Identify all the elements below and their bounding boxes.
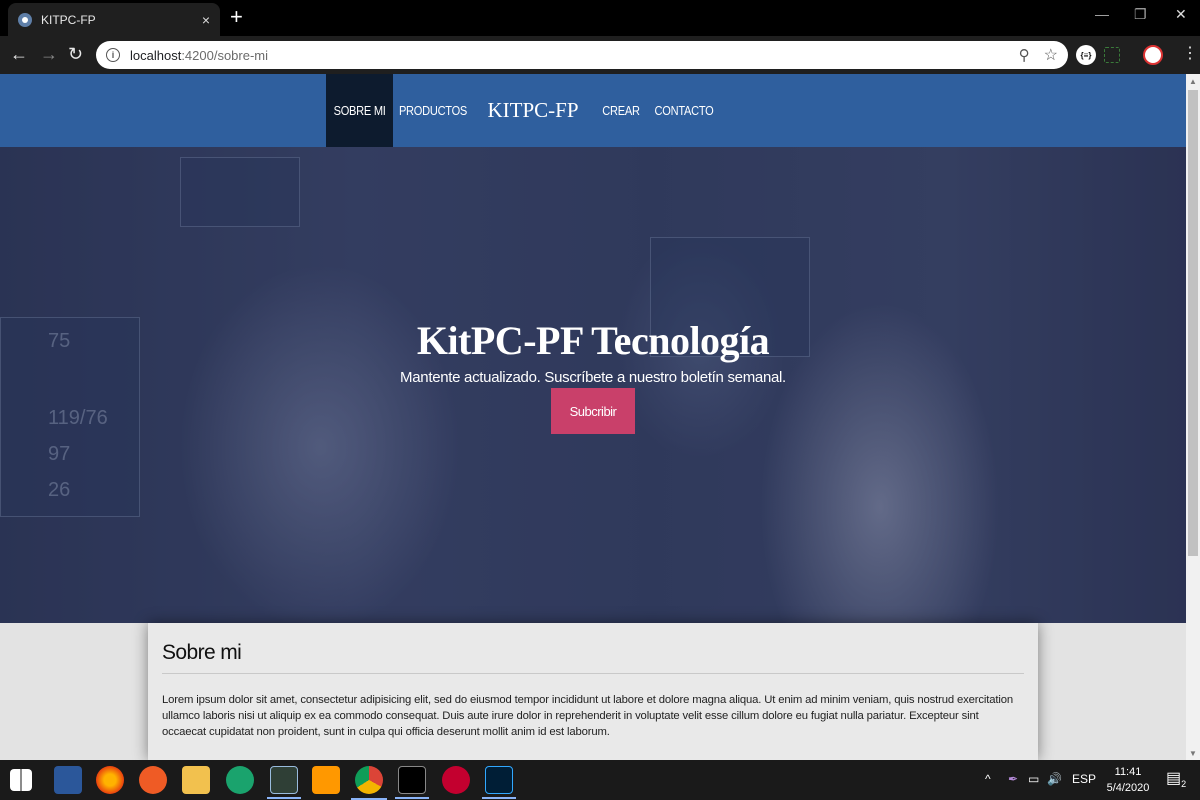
pen-tray-icon[interactable]: ✒ <box>1008 772 1018 786</box>
start-icon[interactable] <box>10 769 32 791</box>
gitkraken-icon[interactable] <box>226 766 254 794</box>
tab-close-icon[interactable]: × <box>202 12 210 28</box>
chrome-menu-icon[interactable]: ⋮ <box>1182 43 1198 65</box>
chrome-icon[interactable] <box>351 766 387 800</box>
site-info-icon[interactable]: i <box>106 48 120 62</box>
clock-date: 5/4/2020 <box>1106 782 1150 794</box>
site-brand[interactable]: KITPC-FP <box>478 74 588 147</box>
scroll-up-icon[interactable]: ▲ <box>1186 74 1200 88</box>
file-explorer-icon[interactable] <box>182 766 210 794</box>
content-section: Sobre mi Lorem ipsum dolor sit amet, con… <box>0 623 1186 760</box>
about-heading: Sobre mi <box>162 641 1024 674</box>
hero-subtitle: Mantente actualizado. Suscríbete a nuest… <box>400 369 786 386</box>
minimize-button[interactable]: — <box>1095 6 1109 22</box>
angular-icon[interactable] <box>442 766 470 794</box>
site-navbar: SOBRE MI PRODUCTOS KITPC-FP CREAR CONTAC… <box>0 74 1186 147</box>
notification-count: 2 <box>1181 779 1187 790</box>
browser-toolbar: ← → ↻ i localhost:4200/sobre-mi ⚲ ☆ {≡} … <box>0 36 1200 74</box>
scrollbar-thumb[interactable] <box>1188 90 1198 556</box>
clock[interactable]: 11:41 5/4/2020 <box>1100 764 1156 796</box>
windows-taskbar: ^ ✒ ▭ 🔊 ESP 11:41 5/4/2020 ▤2 <box>0 760 1200 800</box>
about-text: Lorem ipsum dolor sit amet, consectetur … <box>162 694 1013 738</box>
language-indicator[interactable]: ESP <box>1072 772 1096 786</box>
forward-button[interactable]: → <box>40 43 58 65</box>
tab-title: KITPC-FP <box>41 12 96 27</box>
nav-sobre-mi-label: SOBRE MI <box>333 103 386 118</box>
hero-banner: 75 119/76 97 26 KitPC-PF Tecnología Mant… <box>0 147 1186 623</box>
firefox-icon[interactable] <box>96 766 124 794</box>
restore-button[interactable]: ❐ <box>1134 6 1147 23</box>
hero-title: KitPC-PF Tecnología <box>416 318 770 363</box>
nav-contacto[interactable]: CONTACTO <box>655 74 714 147</box>
browser-tab-bar: KITPC-FP × + — ❐ ✕ <box>0 0 1200 36</box>
browser-tab[interactable]: KITPC-FP × <box>8 3 220 36</box>
notifications-icon[interactable]: ▤2 <box>1166 768 1186 789</box>
bookmark-star-icon[interactable]: ☆ <box>1044 45 1058 65</box>
page-scrollbar[interactable]: ▲ ▼ <box>1186 74 1200 760</box>
scroll-down-icon[interactable]: ▼ <box>1186 746 1200 760</box>
sublime-icon[interactable] <box>312 766 340 794</box>
url-path: :4200/sobre-mi <box>181 47 269 63</box>
subscribe-button[interactable]: Subcribir <box>551 388 635 434</box>
json-extension-icon[interactable]: {≡} <box>1076 45 1096 65</box>
postman-icon[interactable] <box>139 766 167 794</box>
volume-icon[interactable]: 🔊 <box>1047 772 1062 786</box>
angular-favicon-icon <box>18 12 32 27</box>
new-tab-button[interactable]: + <box>230 6 243 28</box>
cmd-icon[interactable] <box>395 766 429 799</box>
network-icon[interactable]: ▭ <box>1028 772 1039 786</box>
word-icon[interactable] <box>54 766 82 794</box>
url-text: localhost:4200/sobre-mi <box>130 48 268 63</box>
about-card: Sobre mi Lorem ipsum dolor sit amet, con… <box>148 623 1038 760</box>
web-page: SOBRE MI PRODUCTOS KITPC-FP CREAR CONTAC… <box>0 74 1186 760</box>
screen-capture-extension-icon[interactable] <box>1104 47 1120 63</box>
address-bar[interactable]: i localhost:4200/sobre-mi ⚲ ☆ <box>96 41 1068 69</box>
photoshop-icon[interactable] <box>482 766 516 799</box>
nav-sobre-mi[interactable]: SOBRE MI <box>326 74 393 147</box>
close-window-button[interactable]: ✕ <box>1175 6 1187 23</box>
tray-overflow-icon[interactable]: ^ <box>985 772 991 786</box>
nav-crear[interactable]: CREAR <box>600 74 643 147</box>
nav-productos[interactable]: PRODUCTOS <box>399 74 467 147</box>
terminal-icon[interactable] <box>267 766 301 799</box>
zoom-icon[interactable]: ⚲ <box>1019 46 1030 64</box>
profile-extension-icon[interactable] <box>1143 45 1163 65</box>
clock-time: 11:41 <box>1114 766 1142 778</box>
reload-button[interactable]: ↻ <box>68 43 83 65</box>
url-host: localhost <box>130 47 182 63</box>
back-button[interactable]: ← <box>10 43 28 65</box>
